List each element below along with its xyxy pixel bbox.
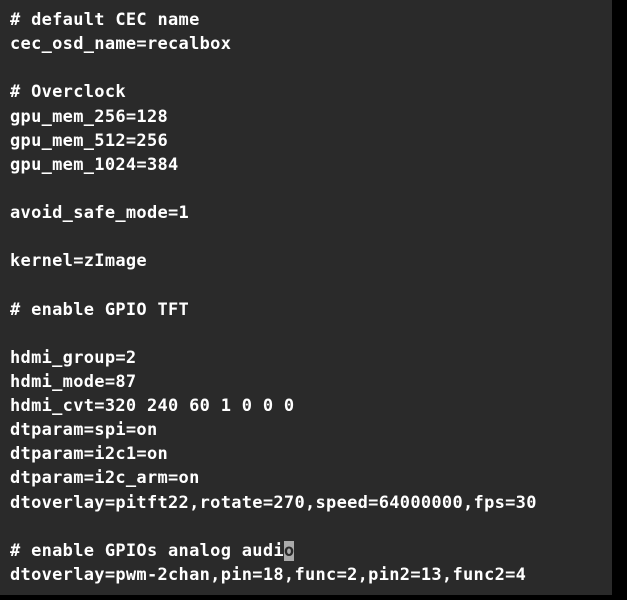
terminal-view[interactable]: # default CEC name cec_osd_name=recalbox… [0, 0, 612, 595]
cursor: o [284, 541, 295, 561]
